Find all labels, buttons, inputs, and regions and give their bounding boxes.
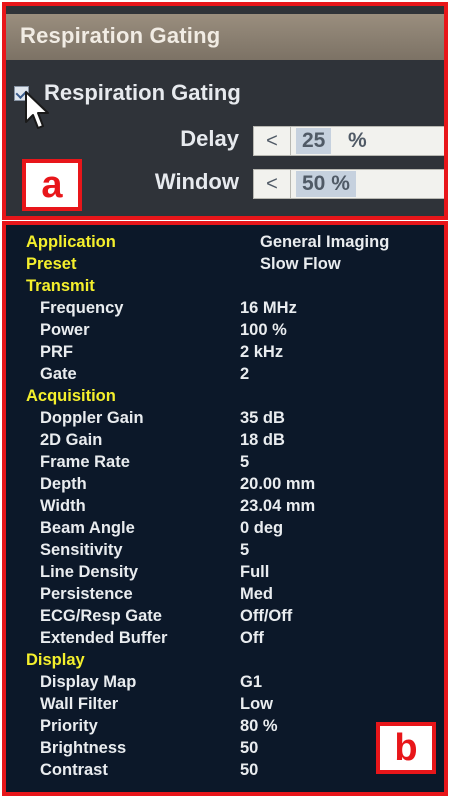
respiration-gating-label[interactable]: Respiration Gating: [44, 80, 241, 106]
param-key: Contrast: [40, 761, 108, 779]
param-key: Wall Filter: [40, 695, 119, 713]
param-key: Frame Rate: [40, 453, 130, 471]
param-value: 50: [240, 761, 259, 779]
param-value: 80 %: [240, 717, 278, 735]
param-value: Slow Flow: [260, 255, 341, 273]
section-heading-transmit: Transmit: [26, 275, 95, 297]
param-value: G1: [240, 673, 263, 691]
param-row: 2D Gain 18 dB: [40, 429, 285, 451]
param-key: Preset: [26, 255, 77, 273]
param-value: 5: [240, 453, 250, 471]
panel-tag-a: a: [22, 159, 82, 211]
param-row-application: Application General Imaging: [26, 231, 389, 253]
param-value: Full: [240, 563, 270, 581]
param-key: Doppler Gain: [40, 409, 144, 427]
param-value: 5: [240, 541, 250, 559]
delay-stepper[interactable]: < 25 %: [253, 126, 444, 156]
param-value: 100 %: [240, 321, 287, 339]
param-key: Display Map: [40, 673, 137, 691]
param-key: Application: [26, 233, 116, 251]
param-key: ECG/Resp Gate: [40, 607, 162, 625]
delay-unit: %: [348, 129, 367, 152]
delay-value[interactable]: 25: [296, 128, 332, 154]
param-row: Gate 2: [40, 363, 249, 385]
panel-title: Respiration Gating: [20, 23, 221, 48]
param-key: Width: [40, 497, 86, 515]
param-key: Beam Angle: [40, 519, 135, 537]
param-value: Low: [240, 695, 273, 713]
param-value: 2: [240, 365, 250, 383]
param-row: Brightness 50: [40, 737, 258, 759]
param-row: Doppler Gain 35 dB: [40, 407, 285, 429]
param-value: 2 kHz: [240, 343, 284, 361]
param-row: Sensitivity 5: [40, 539, 249, 561]
param-row: Extended Buffer Off: [40, 627, 264, 649]
param-row: PRF 2 kHz: [40, 341, 283, 363]
param-key: Extended Buffer: [40, 629, 168, 647]
param-row: Frequency 16 MHz: [40, 297, 297, 319]
section-heading-label: Transmit: [26, 277, 95, 295]
section-heading-label: Acquisition: [26, 387, 116, 405]
param-row: Display Map G1: [40, 671, 262, 693]
param-value: Off: [240, 629, 264, 647]
param-row: Power 100 %: [40, 319, 287, 341]
section-heading-display: Display: [26, 649, 85, 671]
param-key: Power: [40, 321, 90, 339]
window-label: Window: [154, 169, 239, 194]
param-key: Priority: [40, 717, 98, 735]
section-heading-acquisition: Acquisition: [26, 385, 116, 407]
delay-decrement-button[interactable]: <: [254, 127, 291, 155]
param-value: 50: [240, 739, 259, 757]
param-row: Contrast 50: [40, 759, 258, 781]
param-value: 0 deg: [240, 519, 284, 537]
panel-title-bar: Respiration Gating: [6, 14, 444, 60]
param-key: Depth: [40, 475, 87, 493]
param-key: Brightness: [40, 739, 127, 757]
param-value: 18 dB: [240, 431, 285, 449]
param-value: 16 MHz: [240, 299, 297, 317]
param-key: Sensitivity: [40, 541, 123, 559]
window-decrement-button[interactable]: <: [254, 170, 291, 198]
delay-label: Delay: [180, 126, 239, 151]
param-row-preset: Preset Slow Flow: [26, 253, 341, 275]
param-row: Line Density Full: [40, 561, 269, 583]
section-heading-label: Display: [26, 651, 85, 669]
param-key: Persistence: [40, 585, 133, 603]
mouse-pointer-icon: [25, 91, 49, 129]
param-row: Frame Rate 5: [40, 451, 249, 473]
respiration-gating-panel: Respiration Gating Respiration Gating De…: [2, 2, 448, 220]
param-row: Depth 20.00 mm: [40, 473, 315, 495]
param-key: Frequency: [40, 299, 124, 317]
param-key: Gate: [40, 365, 77, 383]
window-stepper[interactable]: < 50 %: [253, 169, 444, 199]
param-key: PRF: [40, 343, 73, 361]
param-row: Priority 80 %: [40, 715, 278, 737]
param-key: Line Density: [40, 563, 139, 581]
param-value: 23.04 mm: [240, 497, 316, 515]
param-value: 20.00 mm: [240, 475, 316, 493]
imaging-parameters-panel: Application General Imaging Preset Slow …: [2, 221, 448, 796]
param-row: Wall Filter Low: [40, 693, 273, 715]
param-row: ECG/Resp Gate Off/Off: [40, 605, 292, 627]
param-row: Persistence Med: [40, 583, 273, 605]
param-value: Off/Off: [240, 607, 293, 625]
param-value: Med: [240, 585, 273, 603]
param-row: Beam Angle 0 deg: [40, 517, 283, 539]
param-value: General Imaging: [260, 233, 390, 251]
param-value: 35 dB: [240, 409, 285, 427]
param-row: Width 23.04 mm: [40, 495, 315, 517]
panel-tag-b: b: [376, 722, 436, 774]
param-key: 2D Gain: [40, 431, 103, 449]
window-value[interactable]: 50 %: [296, 171, 356, 197]
